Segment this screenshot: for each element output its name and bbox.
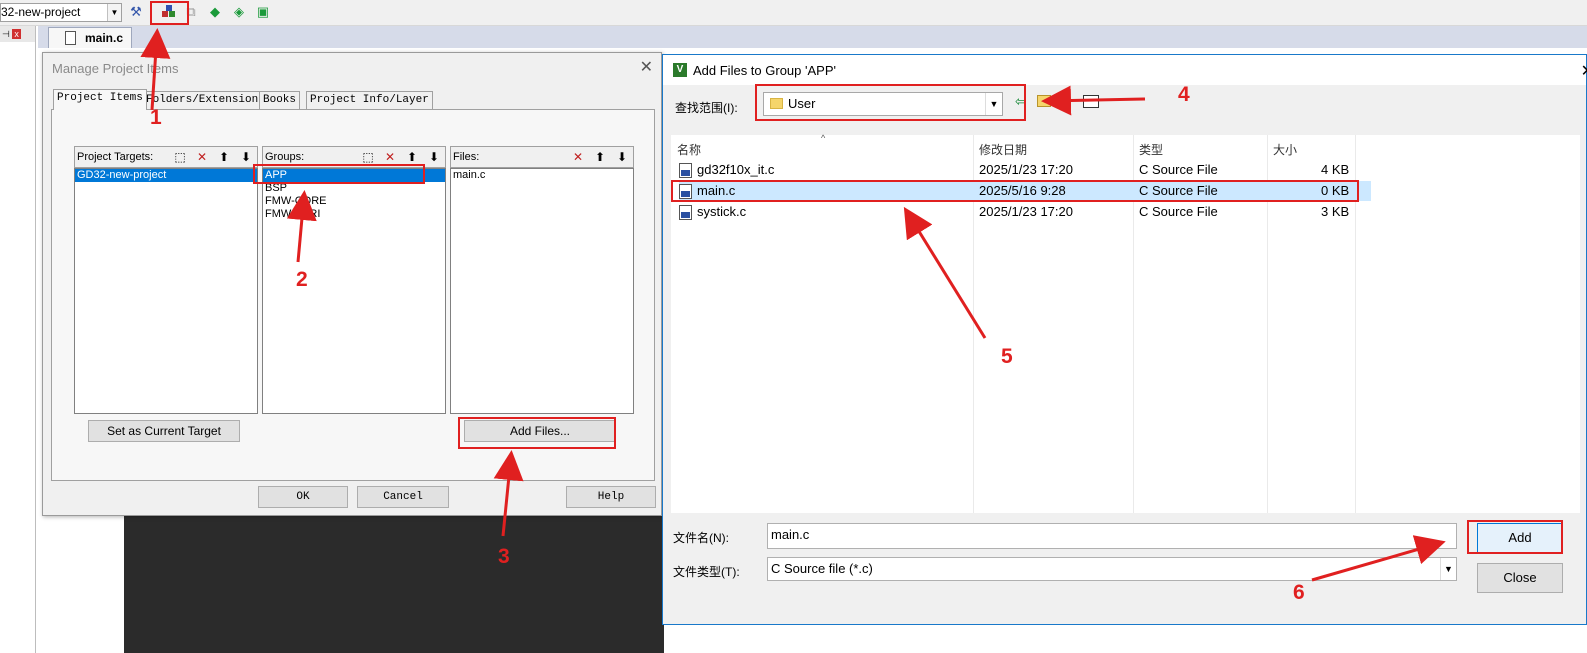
annotation-label: 4 — [1178, 83, 1190, 106]
annotation-label: 5 — [1001, 345, 1013, 368]
annotation-label: 1 — [150, 106, 162, 129]
tab-project-items[interactable]: Project Items — [53, 89, 147, 110]
annotation-label: 6 — [1293, 581, 1305, 604]
annotation-label: 3 — [498, 545, 510, 568]
annotation-label: 2 — [296, 268, 308, 291]
annotation-arrows — [140, 28, 1446, 582]
